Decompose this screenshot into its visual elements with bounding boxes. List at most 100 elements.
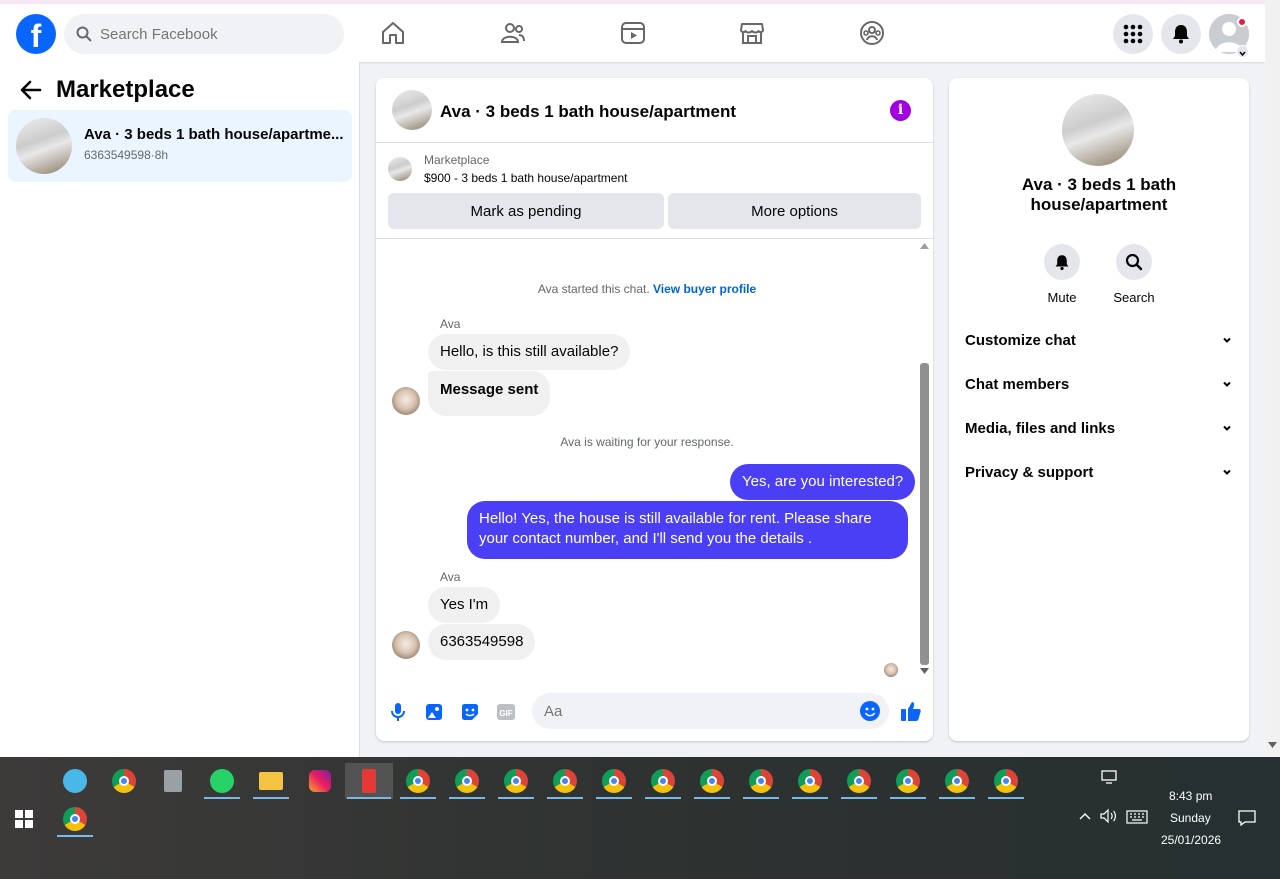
- scroll-down-icon[interactable]: [920, 668, 929, 674]
- chrome-window-icon[interactable]: [986, 763, 1026, 799]
- section-label: Media, files and links: [965, 419, 1116, 437]
- ava-avatar[interactable]: [392, 631, 420, 659]
- search-input[interactable]: [100, 25, 320, 43]
- mute-action[interactable]: Mute: [1032, 244, 1092, 305]
- view-buyer-profile-link[interactable]: View buyer profile: [653, 282, 756, 296]
- scroll-up-icon[interactable]: [920, 243, 929, 249]
- gif-icon[interactable]: GIF: [496, 702, 516, 722]
- page-scroll-down-icon[interactable]: [1268, 742, 1277, 748]
- listing-label: Marketplace: [424, 153, 490, 167]
- incoming-message[interactable]: 6363549598: [428, 624, 536, 660]
- notification-center-icon[interactable]: [1238, 809, 1256, 827]
- clock-date[interactable]: 25/01/2026: [1161, 833, 1221, 847]
- search-box[interactable]: [64, 14, 344, 54]
- chat-panel: Ava · 3 beds 1 bath house/apartment i Ma…: [376, 78, 933, 741]
- like-thumb-icon[interactable]: [900, 700, 922, 722]
- chrome-window-icon[interactable]: [937, 763, 977, 799]
- instagram-icon[interactable]: [300, 763, 340, 799]
- friends-icon[interactable]: [500, 20, 526, 46]
- menu-button[interactable]: [1113, 14, 1153, 54]
- watch-icon[interactable]: [620, 20, 646, 46]
- details-title: Ava · 3 beds 1 bath house/apartment: [1021, 175, 1177, 214]
- clock-time[interactable]: 8:43 pm: [1169, 789, 1212, 803]
- page-scrollbar[interactable]: [1265, 0, 1280, 757]
- conversation-item[interactable]: Ava · 3 beds 1 bath house/apartme... 636…: [8, 110, 352, 182]
- chrome-window-icon[interactable]: [545, 763, 585, 799]
- chrome-window-icon[interactable]: [496, 763, 536, 799]
- media-files-links-section[interactable]: Media, files and links: [965, 408, 1233, 448]
- chrome-window-icon[interactable]: [839, 763, 879, 799]
- conversation-phone: 6363549598: [84, 148, 151, 162]
- ava-avatar[interactable]: [392, 387, 420, 415]
- mute-bell-icon: [1055, 254, 1069, 270]
- outgoing-message[interactable]: Hello! Yes, the house is still available…: [467, 501, 908, 559]
- search-label: Search: [1113, 290, 1155, 305]
- chrome-taskbar-icon[interactable]: [55, 801, 95, 837]
- notifications-button[interactable]: [1161, 14, 1201, 54]
- calculator-icon[interactable]: [153, 763, 193, 799]
- mark-as-pending-button[interactable]: Mark as pending: [388, 193, 664, 229]
- outgoing-message[interactable]: Yes, are you interested?: [730, 464, 916, 500]
- chrome-window-icon[interactable]: [741, 763, 781, 799]
- chrome-window-icon[interactable]: [398, 763, 438, 799]
- sticker-icon[interactable]: [460, 702, 480, 722]
- emoji-icon[interactable]: [860, 701, 880, 721]
- account-chevron-icon[interactable]: [1236, 45, 1249, 58]
- taskbar-app-icon[interactable]: [55, 763, 95, 799]
- chat-scroll-thumb[interactable]: [920, 363, 929, 665]
- chevron-down-icon: [1223, 425, 1231, 431]
- chrome-window-icon[interactable]: [692, 763, 732, 799]
- chrome-window-icon[interactable]: [594, 763, 634, 799]
- incoming-message[interactable]: Yes I'm: [428, 587, 501, 623]
- marketplace-icon[interactable]: [739, 20, 765, 46]
- message-input[interactable]: [544, 702, 844, 720]
- marketplace-inbox-pane: Marketplace Ava · 3 beds 1 bath house/ap…: [0, 62, 360, 757]
- listing-mini-thumbnail[interactable]: [388, 157, 412, 181]
- bell-icon: [1173, 25, 1189, 44]
- clock-day[interactable]: Sunday: [1170, 811, 1211, 825]
- microphone-icon[interactable]: [388, 702, 408, 722]
- notification-dot: [1237, 17, 1247, 27]
- chat-members-section[interactable]: Chat members: [965, 364, 1233, 404]
- keyboard-icon[interactable]: [1126, 810, 1148, 824]
- info-icon[interactable]: i: [890, 100, 911, 121]
- chat-scrollbar[interactable]: [918, 241, 931, 677]
- svg-text:GIF: GIF: [499, 709, 512, 718]
- inbox-header: Marketplace: [20, 76, 195, 104]
- top-navigation-bar: f: [0, 0, 1265, 62]
- chevron-up-icon[interactable]: [1079, 812, 1091, 820]
- facebook-logo[interactable]: f: [16, 14, 56, 54]
- whatsapp-icon[interactable]: [202, 763, 242, 799]
- details-listing-image[interactable]: [1062, 94, 1134, 166]
- chat-started-text: Ava started this chat.: [537, 282, 650, 296]
- windows-start-icon[interactable]: [14, 809, 34, 829]
- listing-price[interactable]: $900 - 3 beds 1 bath house/apartment: [424, 171, 627, 185]
- home-icon[interactable]: [380, 20, 406, 46]
- chrome-window-icon[interactable]: [447, 763, 487, 799]
- chrome-window-icon[interactable]: [643, 763, 683, 799]
- incoming-message[interactable]: Hello, is this still available?: [428, 334, 631, 370]
- section-label: Chat members: [965, 375, 1070, 393]
- file-explorer-icon[interactable]: [251, 763, 291, 799]
- back-arrow-icon[interactable]: [20, 80, 42, 100]
- groups-icon[interactable]: [859, 20, 885, 46]
- chevron-down-icon: [1223, 469, 1231, 475]
- chrome-window-icon[interactable]: [888, 763, 928, 799]
- more-options-button[interactable]: More options: [668, 193, 921, 229]
- volume-icon[interactable]: [1100, 809, 1118, 823]
- taskbar-app-icon[interactable]: [104, 763, 144, 799]
- message-input-box[interactable]: [532, 693, 889, 729]
- chat-listing-thumbnail[interactable]: [392, 90, 432, 130]
- incoming-message[interactable]: Message sent: [428, 371, 551, 416]
- snipping-tool-icon[interactable]: [345, 763, 393, 799]
- chrome-window-icon[interactable]: [790, 763, 830, 799]
- customize-chat-section[interactable]: Customize chat: [965, 320, 1233, 360]
- privacy-support-section[interactable]: Privacy & support: [965, 452, 1233, 492]
- conversation-title: Ava · 3 beds 1 bath house/apartme...: [84, 126, 344, 143]
- waiting-notice: Ava is waiting for your response.: [560, 435, 734, 449]
- search-action[interactable]: Search: [1104, 244, 1164, 305]
- network-icon[interactable]: [1101, 770, 1119, 784]
- chat-title[interactable]: Ava · 3 beds 1 bath house/apartment: [440, 102, 736, 122]
- photo-icon[interactable]: [424, 702, 444, 722]
- chat-details-pane: Ava · 3 beds 1 bath house/apartment Mute…: [949, 78, 1249, 741]
